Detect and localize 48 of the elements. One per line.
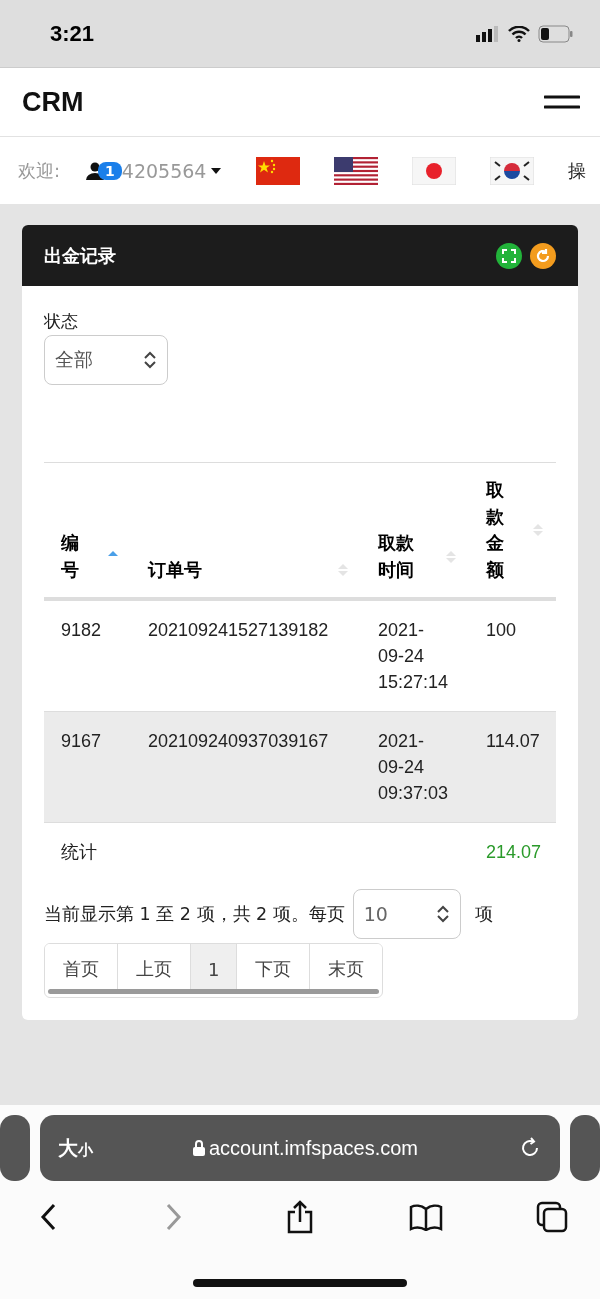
table-cell: 202109241527139182 [131, 599, 361, 712]
notification-badge: 1 [98, 161, 122, 180]
page-button[interactable]: 首页 [45, 944, 118, 989]
forward-icon [166, 1203, 182, 1231]
total-value: 214.07 [469, 822, 556, 881]
back-icon [40, 1203, 56, 1231]
card-title: 出金记录 [44, 243, 116, 268]
expand-icon [502, 248, 516, 263]
table-cell: 9167 [44, 711, 131, 823]
refresh-icon [536, 248, 550, 263]
chevron-icon [435, 904, 450, 924]
tabs-button[interactable] [534, 1199, 570, 1235]
welcome-label: 欢迎: [18, 158, 61, 183]
tab-bar-edge[interactable] [0, 1115, 30, 1181]
page-button[interactable]: 1 [191, 944, 238, 989]
table-cell: 100 [469, 599, 556, 712]
total-label: 统计 [44, 822, 131, 881]
flag-icon[interactable] [490, 156, 535, 185]
flag-icon[interactable] [334, 156, 379, 185]
wifi-icon [508, 25, 530, 42]
fullscreen-button[interactable] [496, 242, 522, 269]
refresh-button[interactable] [530, 242, 556, 269]
tab-bar-edge[interactable] [570, 1115, 600, 1181]
url-text: account.imfspaces.com [209, 1136, 418, 1160]
text-size-button[interactable]: 大小 [58, 1134, 93, 1162]
menu-link[interactable]: 操 [568, 158, 587, 183]
share-icon [286, 1200, 314, 1234]
battery-icon [538, 24, 574, 43]
unit-label: 项 [474, 903, 493, 926]
table-cell: 202109240937039167 [131, 711, 361, 823]
menu-icon[interactable] [544, 95, 580, 109]
table-cell: 9182 [44, 599, 131, 712]
chevron-icon [143, 350, 157, 370]
caret-icon [210, 166, 223, 175]
filter-label: 状态 [44, 310, 79, 333]
brand-logo[interactable]: CRM [22, 86, 84, 118]
page-size-select[interactable]: 10 [352, 889, 461, 939]
pagination-info: 当前显示第 1 至 2 项，共 2 项。每页 [44, 903, 345, 926]
book-icon [409, 1203, 443, 1231]
tabs-icon [536, 1201, 568, 1233]
table-cell: 114.07 [469, 711, 556, 823]
status-time: 3:21 [50, 20, 95, 47]
address-bar[interactable]: 大小 account.imfspaces.com [40, 1115, 560, 1181]
lock-icon [193, 1140, 205, 1156]
status-select[interactable]: 全部 [44, 335, 168, 385]
signal-icon [476, 25, 500, 42]
table-cell: 2021-09-24 09:37:03 [361, 711, 469, 823]
table-cell: 2021-09-24 15:27:14 [361, 599, 469, 712]
